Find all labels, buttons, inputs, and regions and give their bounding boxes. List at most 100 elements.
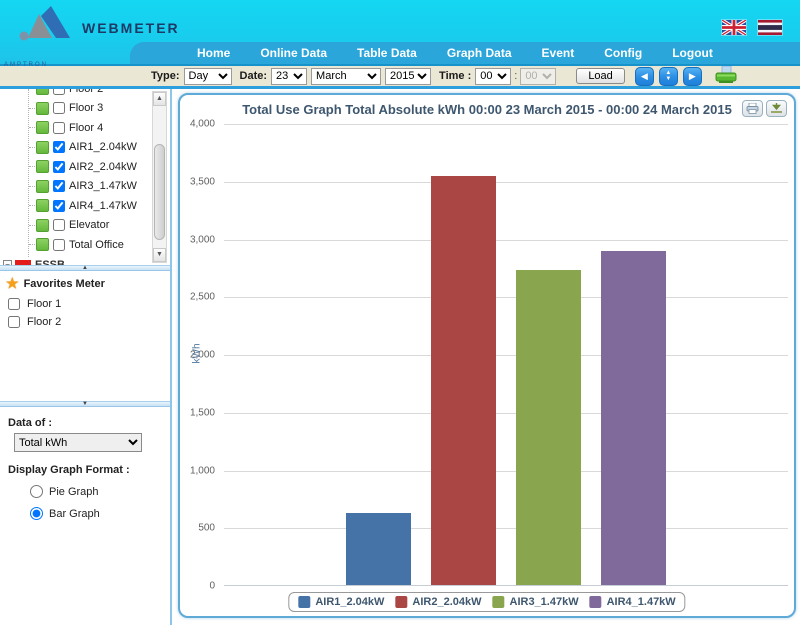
tree-connector (29, 205, 35, 206)
navbar: HomeOnline DataTable DataGraph DataEvent… (130, 42, 800, 64)
tree-checkbox-air2-2-04kw[interactable] (53, 161, 65, 173)
year-select[interactable]: 2015 (385, 68, 431, 85)
favorite-checkbox-floor-1[interactable] (8, 298, 20, 310)
nav-item-graph-data[interactable]: Graph Data (432, 42, 527, 64)
chart-download-button[interactable] (766, 100, 787, 117)
gridline-1500 (224, 413, 788, 414)
tree-item-air3-1-47kw[interactable]: AIR3_1.47kW (0, 177, 152, 197)
minute-select[interactable]: 00 (520, 68, 556, 85)
radio-pie-graph[interactable] (30, 485, 43, 498)
tree-checkbox-floor-3[interactable] (53, 102, 65, 114)
bar-air4-1-47kw (601, 251, 666, 585)
y-tick-label: 0 (209, 581, 215, 592)
meter-tree-panel: Floor 2Floor 3Floor 4AIR1_2.04kW AIR2_2.0… (0, 89, 170, 265)
legend-label: AIR2_2.04kW (412, 596, 481, 608)
print-report-button[interactable] (714, 66, 738, 87)
y-axis-title: kWh (192, 339, 203, 369)
day-select[interactable]: 23 (271, 68, 307, 85)
y-tick-label: 4,000 (190, 119, 215, 130)
tree-item-label: Elevator (69, 219, 109, 231)
uk-flag-icon[interactable] (722, 20, 746, 35)
legend-item-air2-2-04kw[interactable]: AIR2_2.04kW (395, 596, 481, 608)
meter-icon (36, 199, 49, 212)
tree-checkbox-floor-2[interactable] (53, 89, 65, 95)
favorite-checkbox-floor-2[interactable] (8, 316, 20, 328)
scrollbar-thumb[interactable] (154, 144, 165, 240)
previous-period-button[interactable]: ◀ (635, 67, 654, 86)
legend-swatch (395, 596, 407, 608)
meter-icon (36, 102, 49, 115)
month-select[interactable]: March (311, 68, 381, 85)
meter-icon (36, 180, 49, 193)
legend-item-air1-2-04kw[interactable]: AIR1_2.04kW (298, 596, 384, 608)
legend-label: AIR4_1.47kW (607, 596, 676, 608)
collapse-icon[interactable]: − (3, 260, 12, 265)
nav-item-table-data[interactable]: Table Data (342, 42, 432, 64)
tree-item-floor-3[interactable]: Floor 3 (0, 99, 152, 119)
tree-item-essb[interactable]: − ESSB (0, 255, 65, 265)
date-label: Date: (240, 70, 268, 82)
nav-item-event[interactable]: Event (527, 42, 590, 64)
tree-connector (29, 147, 35, 148)
hour-select[interactable]: 00 (475, 68, 511, 85)
favorite-item-floor-2[interactable]: Floor 2 (6, 313, 164, 331)
tree-checkbox-air3-1-47kw[interactable] (53, 180, 65, 192)
tree-scrollbar[interactable]: ▲ ▼ (152, 91, 167, 263)
tree-item-label: Total Office (69, 239, 124, 251)
meter-icon (36, 160, 49, 173)
header: WEBMETER AMPTRON HomeOnline DataTable Da… (0, 0, 800, 66)
tree-item-total-office[interactable]: Total Office (0, 235, 152, 255)
tree-item-air1-2-04kw[interactable]: AIR1_2.04kW (0, 138, 152, 158)
load-button[interactable]: Load (576, 68, 624, 84)
favorites-panel: ★ Favorites Meter Floor 1Floor 2 (0, 271, 170, 401)
format-option-label: Bar Graph (49, 508, 100, 520)
tree-checkbox-elevator[interactable] (53, 219, 65, 231)
tree-item-air4-1-47kw[interactable]: AIR4_1.47kW (0, 196, 152, 216)
gridline-1000 (224, 471, 788, 472)
scroll-up-button[interactable]: ▲ (153, 92, 166, 106)
tree-connector (29, 127, 35, 128)
legend-swatch (493, 596, 505, 608)
tree-checkbox-air4-1-47kw[interactable] (53, 200, 65, 212)
y-tick-label: 3,500 (190, 176, 215, 187)
tree-item-floor-2[interactable]: Floor 2 (0, 89, 152, 99)
tree-item-air2-2-04kw[interactable]: AIR2_2.04kW (0, 157, 152, 177)
tree-item-label: AIR4_1.47kW (69, 200, 137, 212)
data-of-select[interactable]: Total kWh (14, 433, 142, 452)
next-period-button[interactable]: ▶ (683, 67, 702, 86)
meter-icon (36, 238, 49, 251)
chart-print-button[interactable] (742, 100, 763, 117)
format-option-label: Pie Graph (49, 486, 99, 498)
nav-item-config[interactable]: Config (589, 42, 657, 64)
tree-item-elevator[interactable]: Elevator (0, 216, 152, 236)
nav-item-home[interactable]: Home (182, 42, 245, 64)
tree-item-label: AIR2_2.04kW (69, 161, 137, 173)
meter-icon (36, 141, 49, 154)
y-tick-label: 500 (198, 523, 215, 534)
tree-checkbox-total-office[interactable] (53, 239, 65, 251)
nav-item-logout[interactable]: Logout (657, 42, 728, 64)
tree-item-floor-4[interactable]: Floor 4 (0, 118, 152, 138)
y-tick-label: 2,500 (190, 292, 215, 303)
gridline-2000 (224, 355, 788, 356)
type-select[interactable]: Day (184, 68, 232, 85)
type-label: Type: (151, 70, 180, 82)
time-label: Time : (439, 70, 471, 82)
bar-air3-1-47kw (516, 270, 581, 585)
tree-checkbox-air1-2-04kw[interactable] (53, 141, 65, 153)
nav-item-online-data[interactable]: Online Data (245, 42, 342, 64)
thai-flag-icon[interactable] (758, 20, 782, 35)
period-spinner-button[interactable]: ▲ ▼ (659, 67, 678, 86)
scroll-down-button[interactable]: ▼ (153, 248, 166, 262)
time-separator: : (514, 70, 517, 82)
format-option-bar-graph[interactable]: Bar Graph (30, 507, 162, 520)
meter-icon (36, 89, 49, 95)
favorite-item-floor-1[interactable]: Floor 1 (6, 295, 164, 313)
logo-triangles-icon (18, 4, 72, 44)
legend-item-air4-1-47kw[interactable]: AIR4_1.47kW (590, 596, 676, 608)
tree-checkbox-floor-4[interactable] (53, 122, 65, 134)
bar-air2-2-04kw (431, 176, 496, 585)
format-option-pie-graph[interactable]: Pie Graph (30, 485, 162, 498)
legend-item-air3-1-47kw[interactable]: AIR3_1.47kW (493, 596, 579, 608)
radio-bar-graph[interactable] (30, 507, 43, 520)
